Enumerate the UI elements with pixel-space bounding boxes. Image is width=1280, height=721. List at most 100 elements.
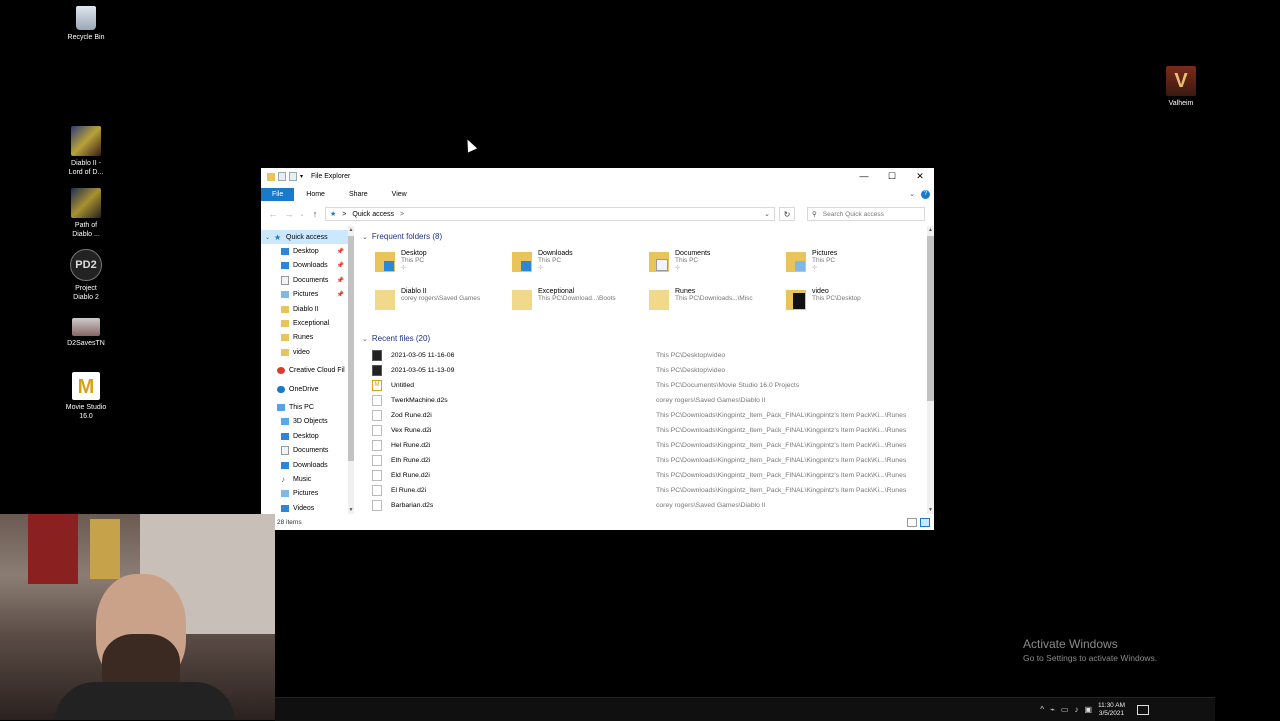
chevron-down-icon[interactable]: ⌄ xyxy=(362,335,368,343)
sidebar-item-video[interactable]: video xyxy=(261,345,348,359)
recent-files-header[interactable]: ⌄ Recent files (20) xyxy=(362,334,430,343)
volume-icon[interactable]: ♪ xyxy=(1074,705,1078,714)
folder-tile-exceptional[interactable]: Exceptional This PC\Download...\Boots xyxy=(512,288,642,322)
display-icon[interactable]: ▣ xyxy=(1084,705,1092,714)
sidebar-item-downloads-pc[interactable]: Downloads xyxy=(261,458,348,472)
sidebar-item-documents-pc[interactable]: Documents xyxy=(261,443,348,457)
tab-view[interactable]: View xyxy=(380,188,419,201)
sidebar-item-exceptional[interactable]: Exceptional xyxy=(261,316,348,330)
recent-file-row[interactable]: 2021-03-05 11-13-09 This PC\Desktop\vide… xyxy=(354,363,927,378)
show-hidden-icons-button[interactable]: ^ xyxy=(1040,705,1044,714)
up-button[interactable]: ↑ xyxy=(309,209,321,219)
address-location[interactable]: Quick access xyxy=(352,211,394,218)
chevron-down-icon[interactable]: ⌄ xyxy=(265,234,270,241)
title-bar: ▾ File Explorer — ☐ ✕ xyxy=(261,168,934,186)
recent-file-row[interactable]: Eld Rune.d2i This PC\Downloads\Kingpintz… xyxy=(354,468,927,483)
address-dropdown-icon[interactable]: ⌄ xyxy=(760,210,774,218)
chevron-down-icon[interactable]: ▾ xyxy=(300,173,303,180)
desktop-icon-label: Valheim xyxy=(1168,100,1194,107)
file-path: This PC\Downloads\Kingpintz_Item_Pack_FI… xyxy=(656,412,907,419)
forward-button[interactable]: → xyxy=(283,209,295,219)
recent-file-row[interactable]: 2021-03-05 11-16-06 This PC\Desktop\vide… xyxy=(354,348,927,363)
sidebar-item-label: Diablo II xyxy=(293,305,319,313)
folder-tile-desktop[interactable]: Desktop This PC ⊹ xyxy=(375,250,505,284)
recycle-bin-icon xyxy=(76,6,96,30)
desktop-icon-valheim[interactable]: V Valheim xyxy=(1146,66,1216,108)
minimize-button[interactable]: — xyxy=(850,171,878,182)
recent-file-row[interactable]: Hel Rune.d2i This PC\Downloads\Kingpintz… xyxy=(354,438,927,453)
folder-icon xyxy=(649,290,669,310)
sidebar-item-desktop-pc[interactable]: Desktop xyxy=(261,429,348,443)
close-button[interactable]: ✕ xyxy=(906,171,934,182)
chevron-down-icon[interactable]: ⌄ xyxy=(362,233,368,241)
address-bar[interactable]: ★ > Quick access > ⌄ xyxy=(325,207,775,221)
folder-tile-documents[interactable]: Documents This PC ⊹ xyxy=(649,250,779,284)
sidebar-item-this-pc[interactable]: This PC xyxy=(261,400,348,414)
file-icon xyxy=(372,410,382,421)
folder-tile-video[interactable]: video This PC\Desktop xyxy=(786,288,916,322)
desktop-icon-project-diablo-2[interactable]: PD2 Project Diablo 2 xyxy=(51,249,121,302)
refresh-button[interactable]: ↻ xyxy=(779,207,795,221)
sidebar-item-pictures-pc[interactable]: Pictures xyxy=(261,487,348,501)
tab-file[interactable]: File xyxy=(261,187,295,201)
sidebar-item-diablo-ii[interactable]: Diablo II xyxy=(261,302,348,316)
recent-locations-icon[interactable]: ⌄ xyxy=(299,211,305,218)
sidebar-item-quick-access[interactable]: ⌄ ★ Quick access xyxy=(261,230,348,245)
battery-icon[interactable]: ▭ xyxy=(1061,705,1069,714)
project-diablo-2-icon: PD2 xyxy=(70,249,102,281)
recent-file-row[interactable]: TwerkMachine.d2s corey rogers\Saved Game… xyxy=(354,393,927,408)
folder-name: Runes xyxy=(675,288,696,295)
sidebar-item-desktop[interactable]: Desktop 📌 xyxy=(261,244,348,258)
desktop-icon-d2savestn[interactable]: D2SavesTN xyxy=(51,312,121,348)
sidebar-item-creative-cloud[interactable]: Creative Cloud Fil xyxy=(261,364,348,378)
desktop-icon-recycle-bin[interactable]: Recycle Bin xyxy=(51,6,121,42)
recent-file-row[interactable]: El Rune.d2i This PC\Downloads\Kingpintz_… xyxy=(354,483,927,498)
folder-location: This PC xyxy=(538,257,562,264)
sidebar-item-onedrive[interactable]: OneDrive xyxy=(261,382,348,396)
folder-tile-downloads[interactable]: Downloads This PC ⊹ xyxy=(512,250,642,284)
scrollbar-thumb[interactable] xyxy=(927,236,934,401)
sidebar-item-videos[interactable]: Videos xyxy=(261,501,348,514)
folder-icon xyxy=(512,252,532,272)
sidebar-item-downloads[interactable]: Downloads 📌 xyxy=(261,259,348,273)
recent-file-row[interactable]: Zod Rune.d2i This PC\Downloads\Kingpintz… xyxy=(354,408,927,423)
notification-icon[interactable] xyxy=(1137,704,1149,715)
sidebar-item-documents[interactable]: Documents 📌 xyxy=(261,273,348,287)
properties-icon[interactable] xyxy=(278,172,286,181)
frequent-folders-header[interactable]: ⌄ Frequent folders (8) xyxy=(362,232,442,241)
recent-file-row[interactable]: Barbarian.d2s corey rogers\Saved Games\D… xyxy=(354,498,927,513)
sidebar-item-pictures[interactable]: Pictures 📌 xyxy=(261,288,348,302)
folder-tile-runes[interactable]: Runes This PC\Downloads...\Misc xyxy=(649,288,779,322)
back-button[interactable]: ← xyxy=(267,209,279,219)
sidebar-item-3d-objects[interactable]: 3D Objects xyxy=(261,415,348,429)
desktop-icon-diablo-ii[interactable]: Diablo II - Lord of D... xyxy=(51,126,121,177)
network-icon[interactable]: ⌁ xyxy=(1050,705,1055,714)
sidebar-item-music[interactable]: ♪ Music xyxy=(261,472,348,486)
folder-tile-pictures[interactable]: Pictures This PC ⊹ xyxy=(786,250,916,284)
pin-icon: ⊹ xyxy=(538,265,544,271)
address-separator[interactable]: > xyxy=(400,211,404,218)
sidebar-item-runes[interactable]: Runes xyxy=(261,331,348,345)
scroll-down-icon[interactable]: ▼ xyxy=(927,507,934,513)
scroll-up-icon[interactable]: ▲ xyxy=(927,227,934,233)
content-scrollbar[interactable]: ▲ ▼ xyxy=(927,226,934,514)
webcam-overlay xyxy=(0,514,275,720)
file-name: Eth Rune.d2i xyxy=(391,457,431,464)
tab-share[interactable]: Share xyxy=(337,188,380,201)
recent-file-row[interactable]: Eth Rune.d2i This PC\Downloads\Kingpintz… xyxy=(354,453,927,468)
maximize-button[interactable]: ☐ xyxy=(878,171,906,182)
folder-tile-diablo-ii[interactable]: Diablo II corey rogers\Saved Games xyxy=(375,288,505,322)
new-folder-icon[interactable] xyxy=(289,172,297,181)
document-icon xyxy=(281,275,289,285)
help-icon[interactable]: ? xyxy=(921,189,930,199)
desktop-icon-movie-studio[interactable]: M Movie Studio 16.0 xyxy=(51,372,121,421)
recent-file-row[interactable]: M Untitled This PC\Documents\Movie Studi… xyxy=(354,378,927,393)
details-view-icon[interactable] xyxy=(907,517,917,527)
desktop-icon-path-of-diablo[interactable]: Path of Diablo ... xyxy=(51,188,121,239)
expand-ribbon-icon[interactable]: ⌄ xyxy=(909,190,915,198)
search-input[interactable]: ⚲ Search Quick access xyxy=(807,207,925,221)
clock[interactable]: 11:30 AM 3/5/2021 xyxy=(1098,702,1125,718)
tab-home[interactable]: Home xyxy=(294,188,337,201)
recent-file-row[interactable]: Vex Rune.d2i This PC\Downloads\Kingpintz… xyxy=(354,423,927,438)
tiles-view-icon[interactable] xyxy=(920,517,930,527)
